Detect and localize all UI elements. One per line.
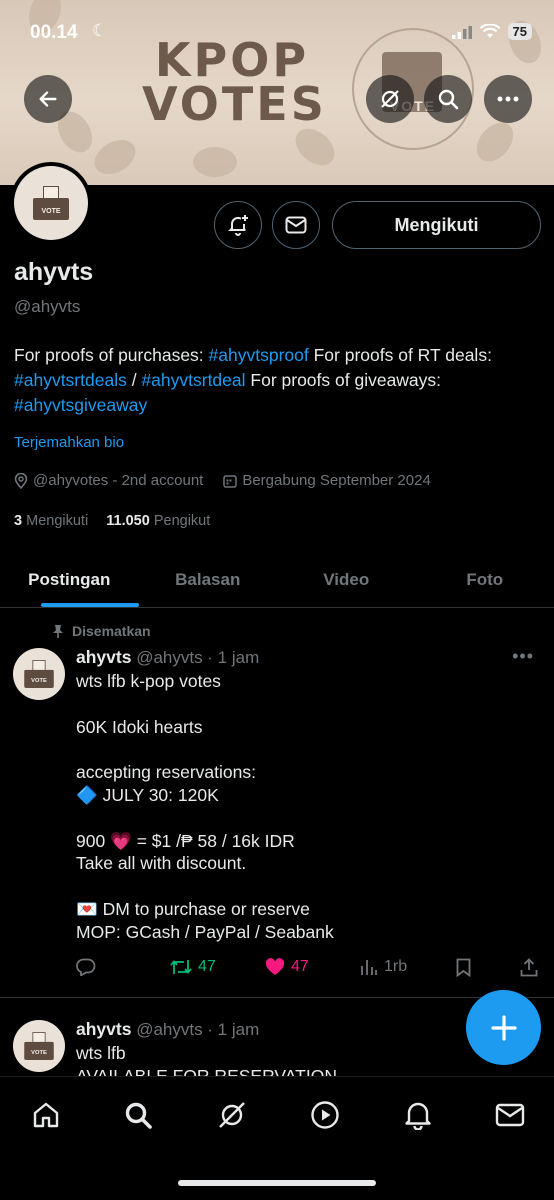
status-time: 00.14	[30, 22, 78, 43]
post-text: wts lfb AVAILABLE FOR RESERVATION	[76, 1043, 337, 1076]
wifi-icon	[479, 24, 500, 38]
focus-moon-icon: ☾	[92, 21, 108, 40]
profile-tabs: Postingan Balasan Video Foto	[0, 552, 554, 608]
bookmark-button[interactable]	[456, 958, 471, 977]
post-avatar[interactable]: VOTE	[13, 648, 65, 700]
calendar-icon	[223, 474, 238, 488]
followers-count-link[interactable]: 11.050 Pengikut	[106, 513, 210, 529]
message-button[interactable]	[272, 201, 320, 249]
notifications-subscribe-button[interactable]	[214, 201, 262, 249]
grok-icon	[381, 90, 399, 108]
envelope-icon	[285, 216, 307, 234]
following-count-link[interactable]: 3 Mengikuti	[14, 513, 88, 529]
tab-photos[interactable]: Foto	[416, 552, 554, 607]
retweet-button[interactable]: 47	[170, 958, 216, 976]
post-header: ahyvts @ahyvts · 1 jam	[76, 647, 259, 668]
ballot-box-icon: VOTE	[24, 1032, 54, 1060]
following-button[interactable]: Mengikuti	[332, 201, 541, 249]
views-button[interactable]: 1rb	[360, 958, 407, 976]
nav-home[interactable]	[28, 1097, 64, 1133]
bookmark-icon	[456, 958, 471, 977]
retweet-icon	[170, 960, 192, 974]
view-count: 1rb	[384, 958, 408, 975]
search-button[interactable]	[424, 75, 472, 123]
arrow-left-icon	[39, 91, 57, 107]
nav-search[interactable]	[120, 1097, 156, 1133]
location-pin-icon	[14, 472, 28, 489]
nav-notifications[interactable]	[400, 1097, 436, 1133]
ballot-box-icon: VOTE	[24, 660, 54, 688]
cellular-signal-icon	[451, 25, 472, 39]
tab-replies[interactable]: Balasan	[139, 552, 278, 607]
bar-chart-icon	[361, 960, 377, 975]
like-count: 47	[291, 958, 309, 975]
search-icon	[125, 1102, 152, 1129]
ballot-box-icon: VOTE	[33, 186, 69, 220]
pin-icon	[53, 624, 63, 638]
post-divider	[0, 997, 554, 998]
post-avatar[interactable]: VOTE	[13, 1020, 65, 1072]
post-handle-time: @ahyvts · 1 jam	[136, 1020, 260, 1039]
profile-bio: For proofs of purchases: #ahyvtsproof Fo…	[14, 345, 492, 415]
hashtag-link[interactable]: #ahyvtsgiveaway	[14, 395, 147, 415]
post-author-name[interactable]: ahyvts	[76, 647, 131, 667]
grok-button[interactable]	[366, 75, 414, 123]
like-button[interactable]: 47	[265, 958, 309, 976]
nav-grok[interactable]	[214, 1097, 250, 1133]
hashtag-link[interactable]: #ahyvtsproof	[209, 345, 309, 365]
status-bar: 00.14 ☾ 75	[0, 0, 554, 60]
search-icon	[438, 89, 459, 110]
translate-bio-link[interactable]: Terjemahkan bio	[14, 434, 124, 451]
plus-icon	[490, 1014, 517, 1041]
post-more-button[interactable]: •••	[512, 646, 534, 667]
hashtag-link[interactable]: #ahyvtsrtdeals	[14, 370, 127, 390]
compose-post-button[interactable]	[466, 990, 541, 1065]
share-icon	[520, 957, 538, 976]
banner-flower-decoration	[469, 115, 521, 169]
post-header: ahyvts @ahyvts · 1 jam	[76, 1019, 259, 1040]
post-handle-time: @ahyvts · 1 jam	[136, 648, 260, 667]
retweet-count: 47	[198, 958, 216, 975]
battery-indicator: 75	[507, 23, 532, 40]
post-actions: 47 47 1rb	[76, 955, 541, 979]
reply-button[interactable]	[76, 958, 96, 976]
profile-avatar[interactable]: VOTE	[10, 162, 92, 244]
heart-filled-icon	[265, 958, 285, 975]
bell-plus-icon	[228, 215, 248, 236]
banner-flower-decoration	[88, 133, 142, 181]
profile-name: ahyvts	[14, 258, 94, 286]
hashtag-link[interactable]: #ahyvtsrtdeal	[141, 370, 245, 390]
tab-video[interactable]: Video	[277, 552, 416, 607]
reply-icon	[76, 958, 96, 976]
envelope-icon	[495, 1103, 525, 1127]
grok-icon	[219, 1102, 245, 1128]
post-text: wts lfb k-pop votes 60K Idoki hearts acc…	[76, 671, 334, 942]
home-icon	[33, 1102, 59, 1128]
home-indicator[interactable]	[178, 1180, 376, 1186]
tab-posts[interactable]: Postingan	[0, 552, 139, 607]
back-button[interactable]	[24, 75, 72, 123]
more-horizontal-icon	[497, 96, 519, 102]
profile-handle: @ahyvts	[14, 297, 81, 316]
bell-icon	[405, 1102, 431, 1130]
profile-joined-date: Bergabung September 2024	[242, 472, 431, 489]
banner-flower-decoration	[193, 147, 237, 177]
nav-video[interactable]	[307, 1097, 343, 1133]
more-options-button[interactable]	[484, 75, 532, 123]
play-circle-icon	[311, 1101, 339, 1129]
profile-meta: @ahyvotes - 2nd account Bergabung Septem…	[14, 472, 431, 489]
post-author-name[interactable]: ahyvts	[76, 1019, 131, 1039]
nav-messages[interactable]	[492, 1097, 528, 1133]
share-button[interactable]	[520, 957, 538, 977]
pinned-indicator: Disematkan	[52, 623, 151, 639]
profile-stats: 3 Mengikuti 11.050 Pengikut	[14, 513, 210, 529]
profile-location: @ahyvotes - 2nd account	[33, 472, 204, 489]
